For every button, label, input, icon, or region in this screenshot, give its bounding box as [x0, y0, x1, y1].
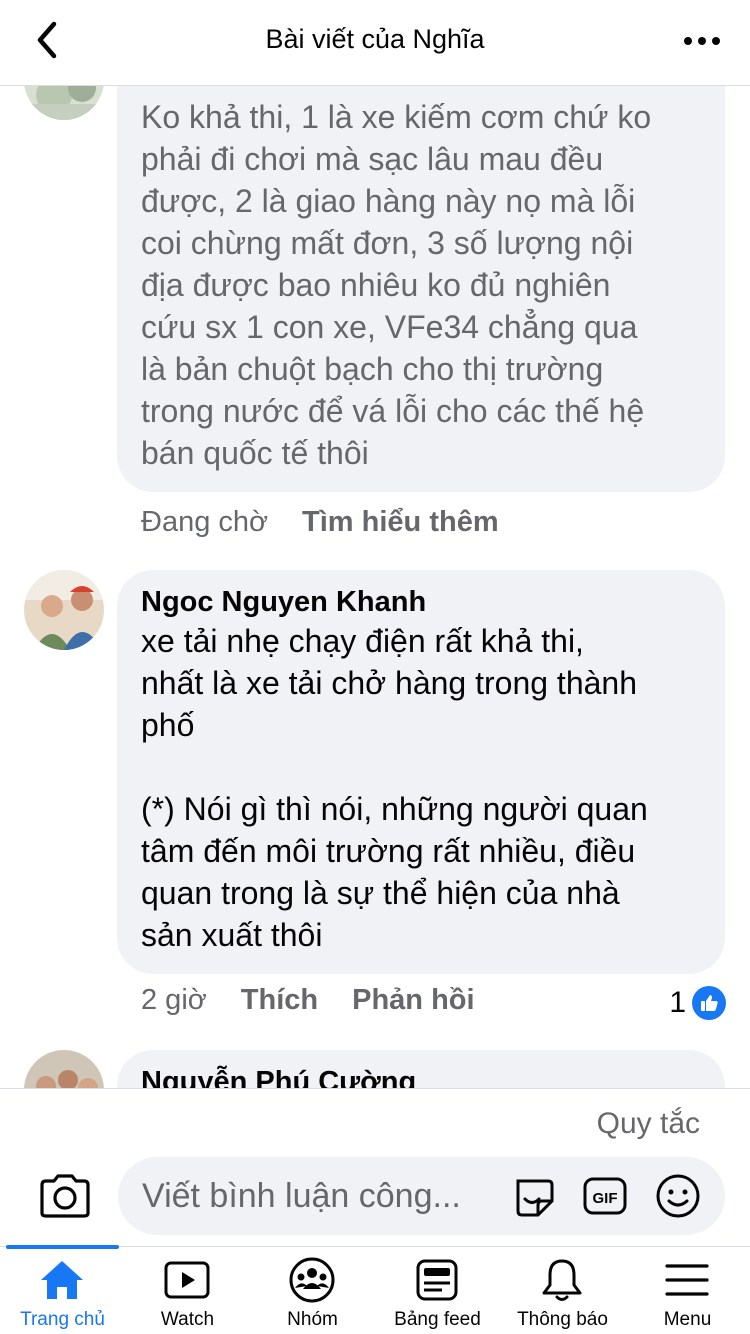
- tab-watch[interactable]: Watch: [125, 1247, 250, 1334]
- sticker-icon[interactable]: [508, 1171, 558, 1221]
- tab-notifications[interactable]: Thông báo: [500, 1247, 625, 1334]
- comment-bubble[interactable]: Nguyễn Phú Cường: [117, 1050, 725, 1088]
- reaction-summary[interactable]: 1: [669, 986, 726, 1020]
- gif-icon[interactable]: GIF: [580, 1171, 630, 1221]
- like-button[interactable]: Thích: [241, 984, 318, 1017]
- menu-icon: [665, 1264, 709, 1296]
- tab-label: Nhóm: [287, 1309, 338, 1330]
- avatar[interactable]: [24, 86, 104, 120]
- camera-icon[interactable]: [38, 1173, 92, 1219]
- tab-home[interactable]: Trang chủ: [0, 1247, 125, 1334]
- home-icon: [41, 1261, 83, 1299]
- emoji-icon[interactable]: [653, 1171, 703, 1221]
- svg-text:GIF: GIF: [593, 1190, 618, 1207]
- tab-label: Menu: [663, 1309, 712, 1330]
- page-title: Bài viết của Nghĩa: [265, 24, 485, 54]
- tab-label: Trang chủ: [20, 1309, 105, 1330]
- comment-input[interactable]: Viết bình luận công... GIF: [118, 1157, 725, 1235]
- commenter-name[interactable]: Ngoc Nguyen Khanh: [141, 584, 701, 620]
- tab-groups[interactable]: Nhóm: [250, 1247, 375, 1334]
- feed-icon: [416, 1259, 458, 1301]
- learn-more-link[interactable]: Tìm hiểu thêm: [302, 506, 499, 539]
- groups-icon: [289, 1257, 335, 1303]
- rules-link[interactable]: Quy tắc: [597, 1107, 700, 1141]
- comment-text: Ko khả thi, 1 là xe kiếm cơm chứ ko phải…: [141, 99, 652, 471]
- tab-label: Bảng feed: [394, 1309, 481, 1330]
- comment-composer: Quy tắc Viết bình luận công... GIF: [0, 1088, 750, 1246]
- tab-label: Thông báo: [517, 1309, 608, 1330]
- tab-feeds[interactable]: Bảng feed: [375, 1247, 500, 1334]
- like-reaction-icon: [692, 986, 726, 1020]
- comment-bubble[interactable]: Ko khả thi, 1 là xe kiếm cơm chứ ko phải…: [117, 86, 725, 492]
- comment-time: 2 giờ: [141, 984, 207, 1016]
- watch-icon: [164, 1261, 210, 1299]
- more-options-icon[interactable]: [682, 26, 722, 56]
- comment-bubble[interactable]: Ngoc Nguyen Khanh xe tải nhẹ chạy điện r…: [117, 570, 725, 974]
- comment-text: xe tải nhẹ chạy điện rất khả thi, nhất l…: [141, 623, 648, 953]
- avatar[interactable]: [24, 1050, 104, 1088]
- tab-label: Watch: [160, 1309, 215, 1330]
- comment-input-placeholder: Viết bình luận công...: [142, 1177, 461, 1215]
- comments-list[interactable]: Ko khả thi, 1 là xe kiếm cơm chứ ko phải…: [0, 86, 750, 1088]
- top-bar: Bài viết của Nghĩa: [0, 0, 750, 86]
- bottom-tab-bar: Trang chủ Watch Nhóm Bảng feed Thông báo…: [0, 1245, 750, 1334]
- reaction-count: 1: [669, 986, 686, 1019]
- reply-button[interactable]: Phản hồi: [352, 984, 474, 1017]
- avatar[interactable]: [24, 570, 104, 650]
- commenter-name[interactable]: Nguyễn Phú Cường: [141, 1064, 701, 1088]
- tab-menu[interactable]: Menu: [625, 1247, 750, 1334]
- bell-icon: [542, 1259, 582, 1301]
- comment-status: Đang chờ: [141, 506, 269, 538]
